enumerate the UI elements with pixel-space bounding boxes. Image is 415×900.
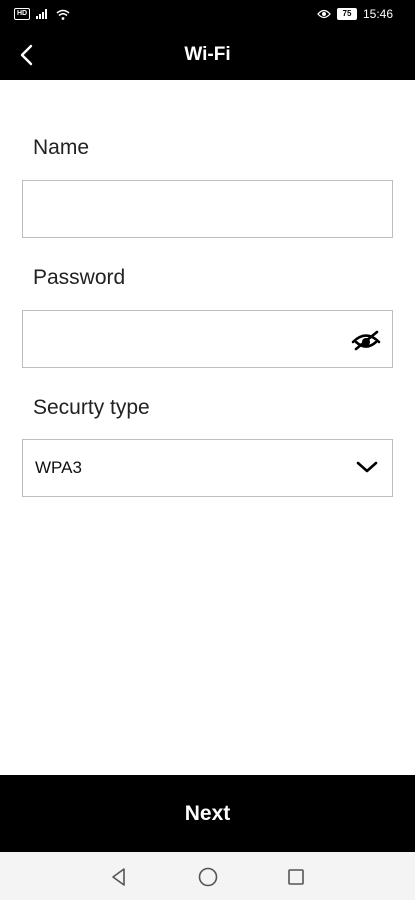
security-type-select[interactable]: WPA3 xyxy=(22,439,393,497)
status-right: 75 15:46 xyxy=(317,7,393,21)
name-field[interactable] xyxy=(22,180,393,238)
nav-back-button[interactable] xyxy=(106,864,132,890)
name-label: Name xyxy=(33,136,90,159)
app-bar: Wi-Fi xyxy=(0,30,415,80)
nav-recents-square-icon xyxy=(288,869,304,885)
security-type-label: Securty type xyxy=(33,396,150,419)
wifi-icon xyxy=(56,9,70,20)
status-time: 15:46 xyxy=(362,7,393,21)
status-bar: HD 75 15:46 xyxy=(0,0,415,30)
password-label: Password xyxy=(33,266,126,289)
signal-icon xyxy=(36,9,47,19)
system-nav-bar xyxy=(0,852,415,900)
nav-home-circle-icon xyxy=(198,867,218,887)
nav-recents-button[interactable] xyxy=(283,864,309,890)
page-title: Wi-Fi xyxy=(184,44,231,65)
next-button-label: Next xyxy=(184,801,231,825)
next-button[interactable]: Next xyxy=(0,775,415,852)
status-left: HD xyxy=(14,8,70,20)
eye-status-icon xyxy=(317,9,331,19)
chevron-down-icon xyxy=(356,461,378,473)
name-input[interactable] xyxy=(23,181,392,237)
password-input[interactable] xyxy=(23,311,392,367)
security-type-value: WPA3 xyxy=(35,458,82,477)
toggle-password-visibility-button[interactable] xyxy=(350,326,382,354)
eye-slash-icon xyxy=(351,330,381,351)
nav-home-button[interactable] xyxy=(195,864,221,890)
password-field[interactable] xyxy=(22,310,393,368)
hd-badge: HD xyxy=(14,8,30,20)
nav-back-triangle-icon xyxy=(112,868,125,886)
battery-icon: 75 xyxy=(336,8,357,20)
